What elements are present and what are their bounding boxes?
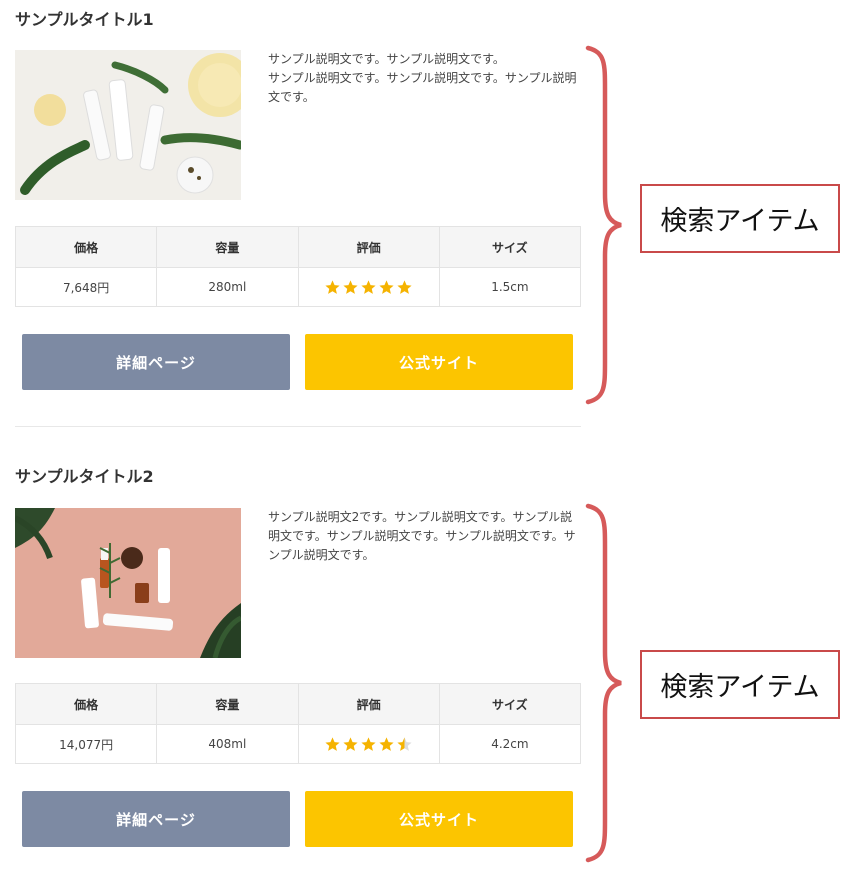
star-rating bbox=[324, 279, 413, 296]
detail-page-button[interactable]: 詳細ページ bbox=[22, 791, 290, 847]
star-icon bbox=[361, 279, 376, 294]
star-icon bbox=[379, 736, 394, 751]
star-rating bbox=[324, 736, 413, 753]
spec-size: 1.5cm bbox=[438, 267, 582, 307]
item-description: サンプル説明文2です。サンプル説明文です。サンプル説明文です。サンプル説明文です… bbox=[268, 510, 576, 562]
official-site-button[interactable]: 公式サイト bbox=[305, 791, 573, 847]
brace-annotation-2 bbox=[585, 503, 622, 863]
spec-size: 4.2cm bbox=[438, 724, 582, 764]
spec-header-volume: 容量 bbox=[156, 226, 299, 268]
search-item-2: サンプルタイトル2 サンプル説明文2です。サンプル説明文です。サンプル説明文です… bbox=[14, 467, 582, 867]
spec-table: 価格 容量 評価 サイズ 7,648円 280ml 1.5cm bbox=[14, 226, 582, 307]
spec-table: 価格 容量 評価 サイズ 14,077円 408ml 4.2cm bbox=[14, 683, 582, 764]
spec-header-price: 価格 bbox=[14, 226, 158, 268]
spec-price: 14,077円 bbox=[14, 724, 158, 764]
spec-price: 7,648円 bbox=[14, 267, 158, 307]
spec-rating bbox=[297, 267, 440, 307]
item-divider bbox=[15, 426, 581, 427]
star-icon bbox=[343, 736, 358, 751]
star-icon bbox=[397, 279, 412, 294]
spec-volume: 280ml bbox=[156, 267, 299, 307]
annotation-label-1: 検索アイテム bbox=[640, 184, 840, 253]
item-image[interactable] bbox=[15, 50, 241, 200]
official-site-button[interactable]: 公式サイト bbox=[305, 334, 573, 390]
item-title: サンプルタイトル1 bbox=[15, 10, 154, 29]
item-description: サンプル説明文です。サンプル説明文です。 サンプル説明文です。サンプル説明文です… bbox=[268, 52, 577, 104]
search-item-1: サンプルタイトル1 サンプル説明文です。サンプル説明文です。 サンプル説明文です… bbox=[14, 10, 582, 410]
star-icon bbox=[325, 279, 340, 294]
star-icon bbox=[397, 736, 412, 751]
spec-header-size: サイズ bbox=[438, 683, 582, 725]
spec-volume: 408ml bbox=[156, 724, 299, 764]
annotation-label-2: 検索アイテム bbox=[640, 650, 840, 719]
item-title: サンプルタイトル2 bbox=[15, 467, 154, 486]
spec-header-rating: 評価 bbox=[297, 226, 440, 268]
spec-header-size: サイズ bbox=[438, 226, 582, 268]
star-icon bbox=[343, 279, 358, 294]
brace-annotation-1 bbox=[585, 45, 622, 405]
spec-header-rating: 評価 bbox=[297, 683, 440, 725]
star-icon bbox=[361, 736, 376, 751]
item-image[interactable] bbox=[15, 508, 241, 658]
spec-header-price: 価格 bbox=[14, 683, 158, 725]
spec-header-volume: 容量 bbox=[156, 683, 299, 725]
star-icon bbox=[325, 736, 340, 751]
detail-page-button[interactable]: 詳細ページ bbox=[22, 334, 290, 390]
star-icon bbox=[379, 279, 394, 294]
spec-rating bbox=[297, 724, 440, 764]
